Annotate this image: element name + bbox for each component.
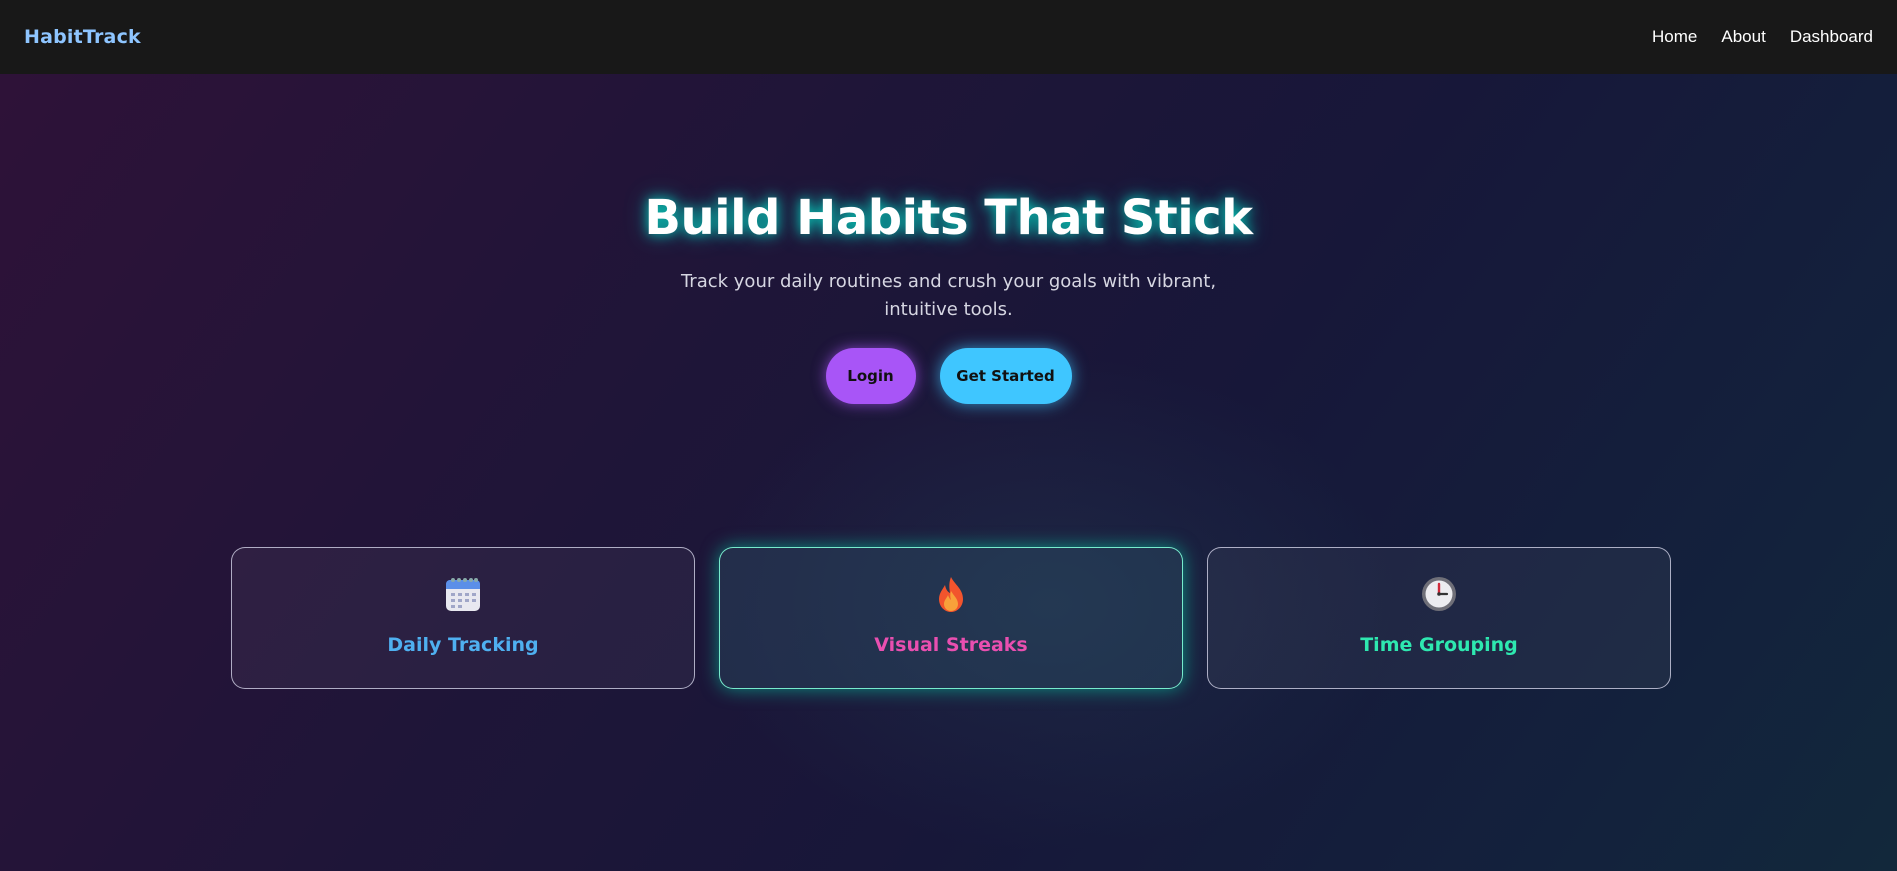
features-section: Daily Tracking Visual Streaks Time Group… — [231, 547, 1671, 689]
feature-card-visual-streaks: Visual Streaks — [719, 547, 1183, 689]
feature-title: Time Grouping — [1360, 634, 1518, 656]
nav-links: Home About Dashboard — [1652, 27, 1873, 47]
feature-card-daily-tracking: Daily Tracking — [231, 547, 695, 689]
nav-link-home[interactable]: Home — [1652, 27, 1697, 47]
fire-icon — [931, 574, 971, 614]
get-started-button[interactable]: Get Started — [939, 348, 1072, 404]
navbar: HabitTrack Home About Dashboard — [0, 0, 1897, 74]
login-button[interactable]: Login — [825, 348, 916, 404]
feature-title: Daily Tracking — [387, 634, 539, 656]
feature-title: Visual Streaks — [874, 634, 1028, 656]
nav-link-dashboard[interactable]: Dashboard — [1790, 27, 1873, 47]
nav-link-about[interactable]: About — [1721, 27, 1765, 47]
hero-subtitle: Track your daily routines and crush your… — [680, 271, 1217, 320]
calendar-icon — [443, 574, 483, 614]
hero-title: Build Habits That Stick — [644, 190, 1253, 246]
hero-buttons: Login Get Started — [0, 348, 1897, 404]
clock-icon — [1419, 574, 1459, 614]
brand-logo[interactable]: HabitTrack — [24, 26, 141, 48]
hero-section: Build Habits That Stick Track your daily… — [0, 190, 1897, 404]
feature-card-time-grouping: Time Grouping — [1207, 547, 1671, 689]
